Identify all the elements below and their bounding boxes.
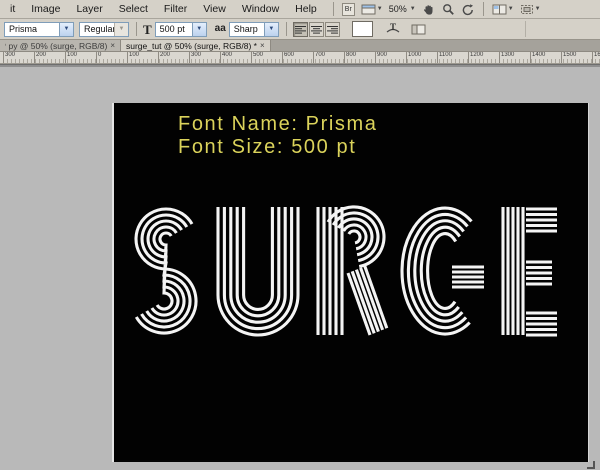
warp-text-icon[interactable]: T <box>385 22 401 36</box>
ruler[interactable]: 3002001000100200300400500600700800900100… <box>0 52 600 64</box>
separator <box>286 22 287 36</box>
chevron-down-icon[interactable]: ▼ <box>264 23 278 36</box>
options-bar: Prisma ▼ Regular ▼ T 500 pt ▼ aa Sharp ▼… <box>0 19 600 40</box>
chevron-down-icon: ▼ <box>377 6 383 12</box>
zoom-level-control[interactable]: 50% ▼ <box>389 4 416 14</box>
text-align-buttons <box>293 22 340 37</box>
separator <box>525 21 526 37</box>
tab-label: py @ 50% (surge, RGB/8) * <box>5 41 107 51</box>
align-left-icon <box>295 25 306 34</box>
view-extras-icon <box>361 4 376 15</box>
align-right-button[interactable] <box>325 22 340 37</box>
zoom-tool-icon[interactable] <box>442 3 455 16</box>
align-right-icon <box>327 25 338 34</box>
font-name-line: Font Name: Prisma <box>178 113 377 136</box>
ruler-label: 300 <box>191 52 201 59</box>
letter-R <box>314 205 390 337</box>
anti-alias-icon: aa <box>215 24 226 34</box>
document-tab-bar: py @ 50% (surge, RGB/8) * × surge_tut @ … <box>0 40 600 52</box>
ruler-label: 0 <box>98 52 101 59</box>
ruler-label: 300 <box>5 52 15 59</box>
font-size-line: Font Size: 500 pt <box>178 136 377 159</box>
ruler-label: 900 <box>377 52 387 59</box>
menu-item-view[interactable]: View <box>195 3 234 15</box>
menu-item-image[interactable]: Image <box>23 3 68 15</box>
hand-tool-icon[interactable] <box>422 3 436 16</box>
menu-items: itImageLayerSelectFilterViewWindowHelp <box>2 3 325 15</box>
ruler-label: 100 <box>67 52 77 59</box>
font-style-select[interactable]: Regular ▼ <box>79 22 129 37</box>
text-color-swatch[interactable] <box>352 21 373 37</box>
close-icon[interactable]: × <box>260 41 265 50</box>
menu-item-select[interactable]: Select <box>111 3 156 15</box>
font-style-value: Regular <box>80 23 114 36</box>
ruler-label: 200 <box>160 52 170 59</box>
toggle-panels-icon[interactable] <box>411 23 426 35</box>
font-size-value: 500 pt <box>156 23 192 36</box>
ruler-label: 800 <box>346 52 356 59</box>
tab-surge-copy[interactable]: py @ 50% (surge, RGB/8) * × <box>0 40 121 51</box>
chevron-down-icon: ▼ <box>410 6 416 12</box>
ruler-label: 1000 <box>408 52 421 59</box>
rotate-view-tool-icon[interactable] <box>461 3 475 16</box>
font-size-icon: T <box>143 23 152 36</box>
canvas-info-text: Font Name: Prisma Font Size: 500 pt <box>178 113 377 159</box>
ruler-label: 1200 <box>470 52 483 59</box>
screen-mode-icon <box>520 4 534 15</box>
tab-label: surge_tut @ 50% (surge, RGB/8) * <box>126 41 257 51</box>
ruler-label: 1400 <box>532 52 545 59</box>
ruler-label: 100 <box>129 52 139 59</box>
chevron-down-icon: ▼ <box>508 6 514 12</box>
ruler-label: 700 <box>315 52 325 59</box>
menu-item-help[interactable]: Help <box>287 3 325 15</box>
letter-S <box>130 205 202 337</box>
workspace: Font Name: Prisma Font Size: 500 pt <box>0 67 600 470</box>
resize-corner[interactable] <box>587 461 595 469</box>
surge-artwork <box>130 205 558 337</box>
svg-text:T: T <box>390 22 396 32</box>
menu-bar: itImageLayerSelectFilterViewWindowHelp B… <box>0 0 600 19</box>
view-extras-button[interactable]: ▼ <box>361 4 383 15</box>
menu-item-layer[interactable]: Layer <box>68 3 110 15</box>
align-center-button[interactable] <box>309 22 324 37</box>
letter-U <box>212 205 304 337</box>
menu-item-filter[interactable]: Filter <box>156 3 195 15</box>
align-center-icon <box>311 25 322 34</box>
screen-mode-button[interactable]: ▼ <box>520 4 541 15</box>
arrange-documents-icon <box>492 4 507 15</box>
bridge-icon[interactable]: Br <box>342 3 355 16</box>
separator <box>333 2 334 16</box>
close-icon[interactable]: × <box>110 41 115 50</box>
ruler-label: 400 <box>222 52 232 59</box>
letter-E <box>500 205 558 337</box>
ruler-label: 600 <box>284 52 294 59</box>
tab-surge-tut[interactable]: surge_tut @ 50% (surge, RGB/8) * × <box>121 40 271 51</box>
ruler-label: 1600 <box>594 52 600 59</box>
photoshop-window: { "menu_bar": { "items": ["it", "Image",… <box>0 0 600 470</box>
letter-G <box>400 205 490 337</box>
font-family-select[interactable]: Prisma ▼ <box>4 22 74 37</box>
separator <box>483 2 484 16</box>
ruler-label: 1300 <box>501 52 514 59</box>
chevron-down-icon: ▼ <box>535 6 541 12</box>
anti-alias-value: Sharp <box>230 23 264 36</box>
font-family-value: Prisma <box>5 23 59 36</box>
ruler-label: 500 <box>253 52 263 59</box>
menu-item-window[interactable]: Window <box>234 3 287 15</box>
chevron-down-icon[interactable]: ▼ <box>192 23 206 36</box>
menu-bar-tools: Br ▼ 50% ▼ ▼ ▼ <box>331 2 541 16</box>
document-canvas[interactable]: Font Name: Prisma Font Size: 500 pt <box>112 103 589 462</box>
align-left-button[interactable] <box>293 22 308 37</box>
anti-alias-select[interactable]: Sharp ▼ <box>229 22 279 37</box>
font-size-select[interactable]: 500 pt ▼ <box>155 22 207 37</box>
ruler-label: 1100 <box>439 52 452 59</box>
chevron-down-icon: ▼ <box>114 23 128 36</box>
separator <box>136 22 137 36</box>
zoom-level-value: 50% <box>389 4 407 14</box>
ruler-label: 1500 <box>563 52 576 59</box>
ruler-label: 200 <box>36 52 46 59</box>
chevron-down-icon[interactable]: ▼ <box>59 23 73 36</box>
menu-item-it[interactable]: it <box>2 3 23 15</box>
arrange-documents-button[interactable]: ▼ <box>492 4 514 15</box>
